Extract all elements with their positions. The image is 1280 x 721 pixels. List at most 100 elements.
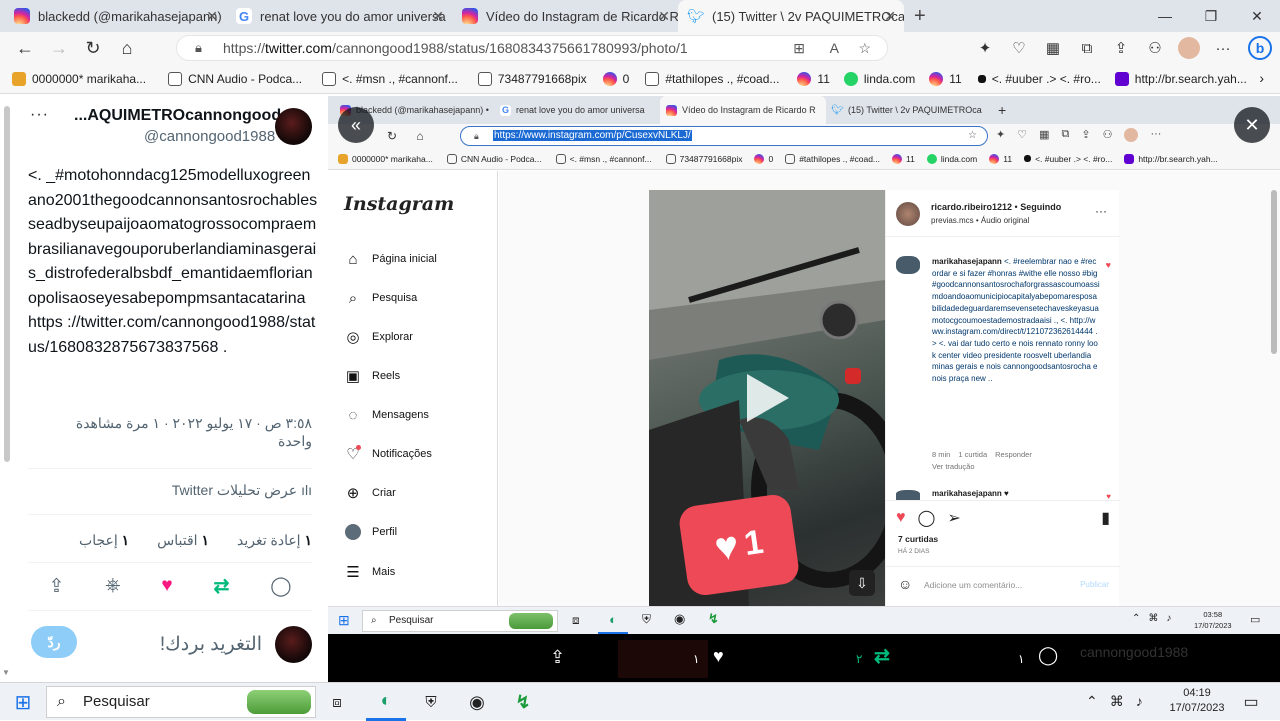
close-viewer-button[interactable]: ✕ (1234, 107, 1270, 143)
tweet-timestamp[interactable]: ٣:٥٨ ص · ١٧ يوليو ٢٠٢٢ · ١ مرة مشاهدة (40, 414, 312, 432)
favorite-item[interactable]: 0000000* marikaha... (12, 71, 146, 86)
inner-tab-bar: blackedd (@marikahasejapann) • Grenat lo… (328, 96, 1280, 124)
forward-arrow-icon[interactable]: → (42, 34, 76, 62)
favorite-item[interactable]: 73487791668pix (477, 71, 587, 86)
photo-viewer-action-bar: cannongood1988 ⇪ ١ ♥ ٢ ⇄ ١ ◯ (328, 634, 1280, 682)
notification-icon[interactable]: ▭ (1240, 691, 1262, 713)
tweet-text: <. _#motohonndacg125modelluxogreenano200… (28, 167, 318, 356)
extensions-icon[interactable]: ✦ (968, 39, 1002, 57)
windows-start-icon[interactable]: ⊞ (12, 691, 34, 714)
system-tray: ⌃ ⌘ ♪ (1086, 693, 1143, 710)
tab-google-search[interactable]: G renat love you do amor universa ✕ (226, 0, 452, 32)
square-icon (1024, 155, 1032, 162)
avatar[interactable] (275, 108, 312, 145)
tweet-handle[interactable]: @cannongood1988 (144, 128, 275, 145)
reply-icon[interactable]: ◯ (270, 575, 291, 598)
close-icon[interactable]: ✕ (658, 8, 670, 25)
heart-icon: ♥ (1105, 260, 1111, 270)
app-icon: ↯ (708, 611, 719, 626)
heart-pulse-icon[interactable]: ♡ (1002, 39, 1036, 57)
retweet-icon[interactable]: ⇄ (213, 575, 229, 598)
analytics-icon: ılı (301, 482, 312, 498)
windows-taskbar: ⊞ ⌕ Pesquisar ⧈ ◐ ⛨ ◉ ↯ ⌃ ⌘ ♪ 04:19 17/07/2… (0, 682, 1280, 721)
games-icon[interactable]: ⚇ (1138, 39, 1172, 57)
reply-button[interactable]: ردّ (31, 626, 77, 658)
favorite-item[interactable]: #tathilopes ., #coad... (645, 71, 779, 86)
tab-instagram-video[interactable]: Vídeo do Instagram de Ricardo R ✕ (452, 0, 678, 32)
scroll-down-icon[interactable]: ▼ (2, 668, 10, 677)
window-close-icon[interactable]: ✕ (1234, 8, 1280, 25)
favorite-item[interactable]: linda.com (843, 71, 915, 86)
scrollbar[interactable] (4, 106, 10, 462)
new-tab-button[interactable]: + (904, 0, 934, 32)
more-icon[interactable]: ··· (1206, 40, 1240, 57)
chevron-up-icon: ⌃ (1132, 613, 1141, 624)
instagram-icon (989, 153, 1000, 164)
reply-input[interactable]: التغريد بردك! (100, 633, 262, 656)
more-icon: ··· (1095, 204, 1107, 218)
edge-icon[interactable]: ◐ (366, 683, 406, 721)
share-icon[interactable]: ⇪ (1104, 39, 1138, 57)
likes-stat[interactable]: ١ إعجاب (79, 532, 129, 549)
more-icon[interactable]: ··· (30, 106, 49, 124)
compass-icon: ◎ (346, 329, 360, 346)
address-bar[interactable]: 🔒︎ https://twitter.com/cannongood1988/st… (176, 35, 888, 61)
minimize-icon[interactable]: — (1142, 8, 1188, 24)
windows-start-icon: ⊞ (338, 612, 350, 628)
view-analytics-link[interactable]: ılı عرض تحليلات Twitter (40, 482, 312, 499)
favorites-bar: 0000000* marikaha... CNN Audio - Podca..… (0, 64, 1280, 94)
collapse-panel-button[interactable]: « (338, 107, 374, 143)
read-aloud-icon[interactable]: A (830, 36, 839, 60)
favorite-item[interactable]: 0 (602, 71, 629, 86)
ghost-app-icon[interactable]: ◉ (466, 691, 488, 713)
profile-avatar[interactable] (1172, 37, 1206, 59)
share-send-icon: ➢ (947, 510, 961, 527)
nav-explore: ◎ Explorar (344, 328, 413, 346)
split-screen-icon[interactable]: ▦ (1036, 39, 1070, 57)
back-arrow-icon[interactable]: ← (8, 34, 42, 62)
favorite-item[interactable]: <. #msn ., #cannonf... (322, 71, 458, 86)
refresh-icon[interactable]: ↻ (76, 34, 110, 62)
close-icon[interactable]: ✕ (206, 8, 218, 25)
nav-more: ☰ Mais (344, 563, 395, 581)
tab-label: Vídeo do Instagram de Ricardo R (486, 8, 678, 24)
chevron-right-icon[interactable]: › (1259, 70, 1264, 86)
avatar (896, 202, 920, 226)
collections-icon[interactable]: ⧉ (1070, 40, 1104, 57)
shield-app-icon[interactable]: ⛨ (420, 691, 442, 713)
home-icon[interactable]: ⌂ (110, 34, 144, 62)
home-icon: ⌂ (348, 250, 358, 268)
bing-icon[interactable]: b (1240, 36, 1280, 60)
bookmark-icon[interactable]: ⎈ (105, 575, 120, 597)
favorite-item[interactable]: <. #uuber .> <. #ro... (977, 72, 1101, 86)
taskbar-clock[interactable]: 04:19 17/07/2023 (1162, 686, 1232, 716)
close-icon[interactable]: ✕ (432, 8, 444, 25)
favorite-item[interactable]: CNN Audio - Podca... (168, 71, 302, 86)
instagram-icon (929, 71, 944, 86)
task-view-icon[interactable]: ⧈ (326, 691, 348, 713)
profile-avatar (1124, 128, 1139, 142)
favorite-item[interactable]: 11 (797, 71, 830, 86)
tab-twitter[interactable]: 🐦︎ (15) Twitter \ 2v PAQUIMETROcan ✕ (678, 0, 904, 32)
quotes-stat[interactable]: ١ اقتباس (157, 532, 209, 549)
yahoo-icon (1124, 153, 1135, 164)
share-icon[interactable]: ⇪ (48, 575, 64, 598)
favorite-item[interactable]: http://br.search.yah... (1114, 71, 1247, 86)
like-heart-icon[interactable]: ♥ (161, 575, 172, 597)
close-icon[interactable]: ✕ (884, 8, 896, 25)
app-available-icon[interactable]: ⊞ (793, 36, 805, 60)
volume-icon[interactable]: ♪ (1136, 693, 1143, 710)
taskbar-search[interactable]: ⌕ Pesquisar (46, 686, 316, 718)
favorite-item[interactable]: 11 (929, 71, 962, 86)
retweets-stat[interactable]: ١ إعادة تغريد (237, 532, 312, 549)
refresh-icon: ↻ (386, 129, 398, 143)
favorite-star-icon[interactable]: ☆ (858, 36, 871, 60)
restore-icon[interactable]: ❐ (1188, 8, 1234, 25)
network-icon[interactable]: ⌘ (1110, 693, 1124, 710)
tweet-display-name[interactable]: ...AQUIMETROcannongood (74, 107, 281, 125)
post-time: HÁ 2 DIAS (898, 548, 930, 555)
chevron-up-icon[interactable]: ⌃ (1086, 693, 1098, 710)
app-icon[interactable]: ↯ (512, 691, 534, 713)
tab-instagram-blackedd[interactable]: blackedd (@marikahasejapann) • ✕ (0, 0, 226, 32)
inner-taskbar-search: ⌕ Pesquisar (362, 610, 558, 632)
